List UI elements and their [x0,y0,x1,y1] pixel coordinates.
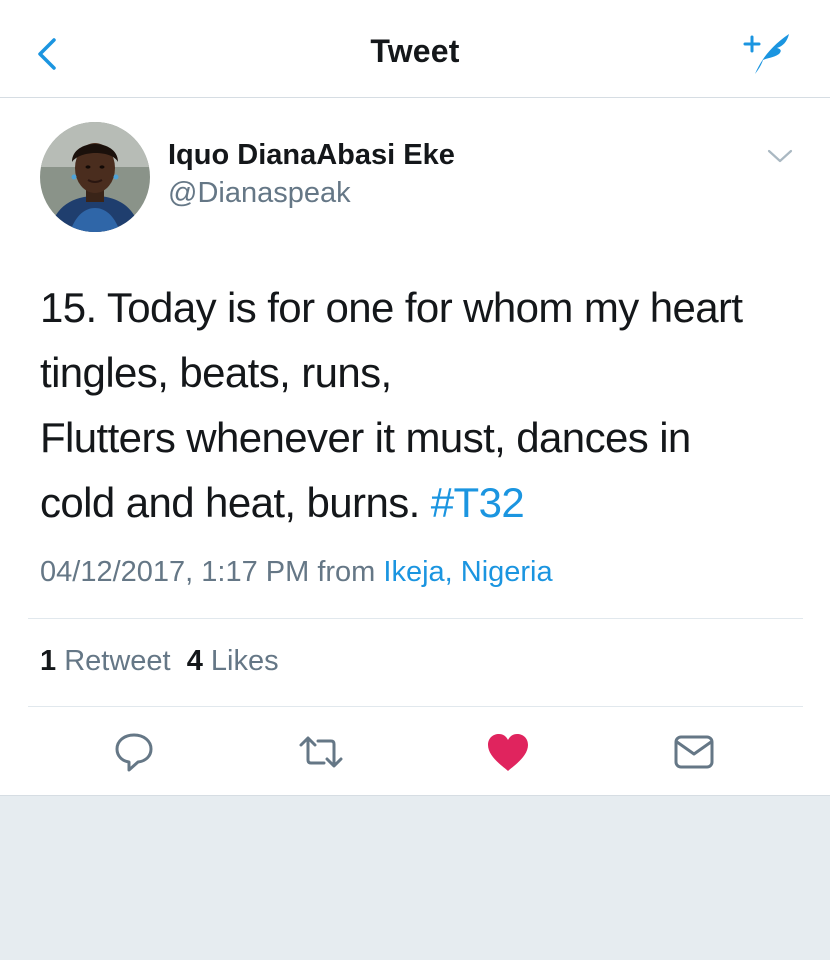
tweet-text-line: tingles, beats, runs, [40,349,392,396]
divider [28,706,803,707]
divider [28,618,803,619]
tweet-detail-screen: Tweet Iquo DianaAbasi Eke @Dianaspeak 15… [0,0,830,960]
author-handle[interactable]: @Dianaspeak [168,177,351,210]
page-title: Tweet [370,33,460,69]
likes-count: 4 [186,645,203,677]
tweet-timestamp: 04/12/2017, 1:17 PM [40,556,310,588]
tweet-stats: 1 Retweet 4 Likes [40,645,279,678]
nav-bar: Tweet [0,0,830,98]
tweet-card: Tweet Iquo DianaAbasi Eke @Dianaspeak 15… [0,0,830,796]
hashtag-link[interactable]: #T32 [431,479,525,526]
compose-tweet-button[interactable] [735,30,795,80]
tweet-options-button[interactable] [764,144,796,168]
reply-icon [115,733,153,772]
like-button[interactable] [484,728,532,776]
envelope-icon [674,735,714,769]
retweet-button[interactable] [297,728,345,776]
retweet-icon [299,736,343,768]
direct-message-button[interactable] [670,728,718,776]
tweet-text-line: Flutters whenever it must, dances in [40,414,691,461]
author-name[interactable]: Iquo DianaAbasi Eke [168,139,455,172]
reply-button[interactable] [110,728,158,776]
tweet-text-line-last: cold and heat, burns. #T32 [40,470,800,535]
tweet-meta: 04/12/2017, 1:17 PM from Ikeja, Nigeria [40,556,553,589]
tweet-text-fragment: cold and heat, burns. [40,479,420,526]
from-label: from [317,556,376,588]
author-avatar[interactable] [40,122,150,232]
likes-label: Likes [210,645,279,677]
heart-icon [488,734,528,771]
tweet-text: 15. Today is for one for whom my heart t… [40,275,800,535]
likes-stat[interactable]: 4 Likes [187,645,279,677]
retweets-count: 1 [40,645,57,677]
tweet-text-line: 15. Today is for one for whom my heart [40,284,743,331]
location-link[interactable]: Ikeja, Nigeria [383,556,552,588]
compose-tweet-icon [743,34,789,74]
retweets-stat[interactable]: 1 Retweet [40,645,171,677]
chevron-down-icon [767,149,793,163]
avatar-photo [40,122,150,232]
retweets-label: Retweet [64,645,171,677]
